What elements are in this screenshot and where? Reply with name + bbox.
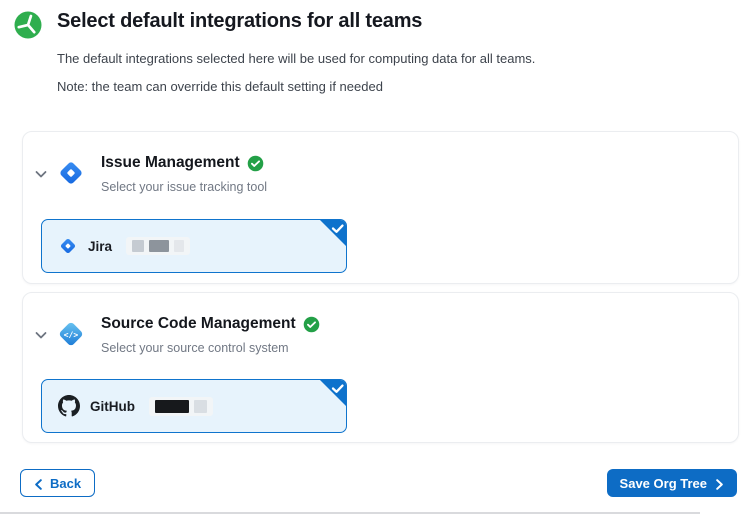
page-note: Note: the team can override this default… — [57, 79, 383, 94]
section-subtitle: Select your source control system — [101, 341, 289, 355]
save-org-tree-button[interactable]: Save Org Tree — [607, 469, 737, 497]
back-button[interactable]: Back — [20, 469, 95, 497]
chevron-left-icon — [34, 478, 43, 489]
bottom-divider — [0, 512, 700, 514]
tool-card-jira[interactable]: Jira — [41, 219, 347, 273]
tool-card-github[interactable]: GitHub — [41, 379, 347, 433]
tool-label: Jira — [88, 239, 112, 254]
svg-text:</>: </> — [64, 329, 79, 339]
chevron-down-icon[interactable] — [33, 327, 49, 343]
save-button-label: Save Org Tree — [620, 476, 707, 491]
page-title: Select default integrations for all team… — [57, 10, 422, 33]
check-circle-icon — [247, 155, 264, 172]
jira-icon — [58, 236, 78, 256]
code-brackets-icon: </> — [56, 319, 86, 349]
chevron-down-icon[interactable] — [33, 166, 49, 182]
github-icon — [58, 395, 80, 417]
section-source-code-management: </> Source Code Management Select your s… — [22, 292, 739, 443]
jira-icon — [56, 158, 86, 188]
section-issue-management: Issue Management Select your issue track… — [22, 131, 739, 284]
app-logo-icon — [14, 11, 42, 39]
redacted-text — [149, 397, 213, 416]
page-description: The default integrations selected here w… — [57, 51, 535, 66]
section-title: Issue Management — [101, 154, 240, 172]
section-subtitle: Select your issue tracking tool — [101, 180, 267, 194]
section-title: Source Code Management — [101, 315, 296, 333]
tool-label: GitHub — [90, 399, 135, 414]
selected-check-icon — [319, 219, 347, 247]
back-button-label: Back — [50, 476, 81, 491]
chevron-right-icon — [715, 478, 724, 489]
redacted-text — [126, 237, 190, 255]
selected-check-icon — [319, 379, 347, 407]
check-circle-icon — [303, 316, 320, 333]
